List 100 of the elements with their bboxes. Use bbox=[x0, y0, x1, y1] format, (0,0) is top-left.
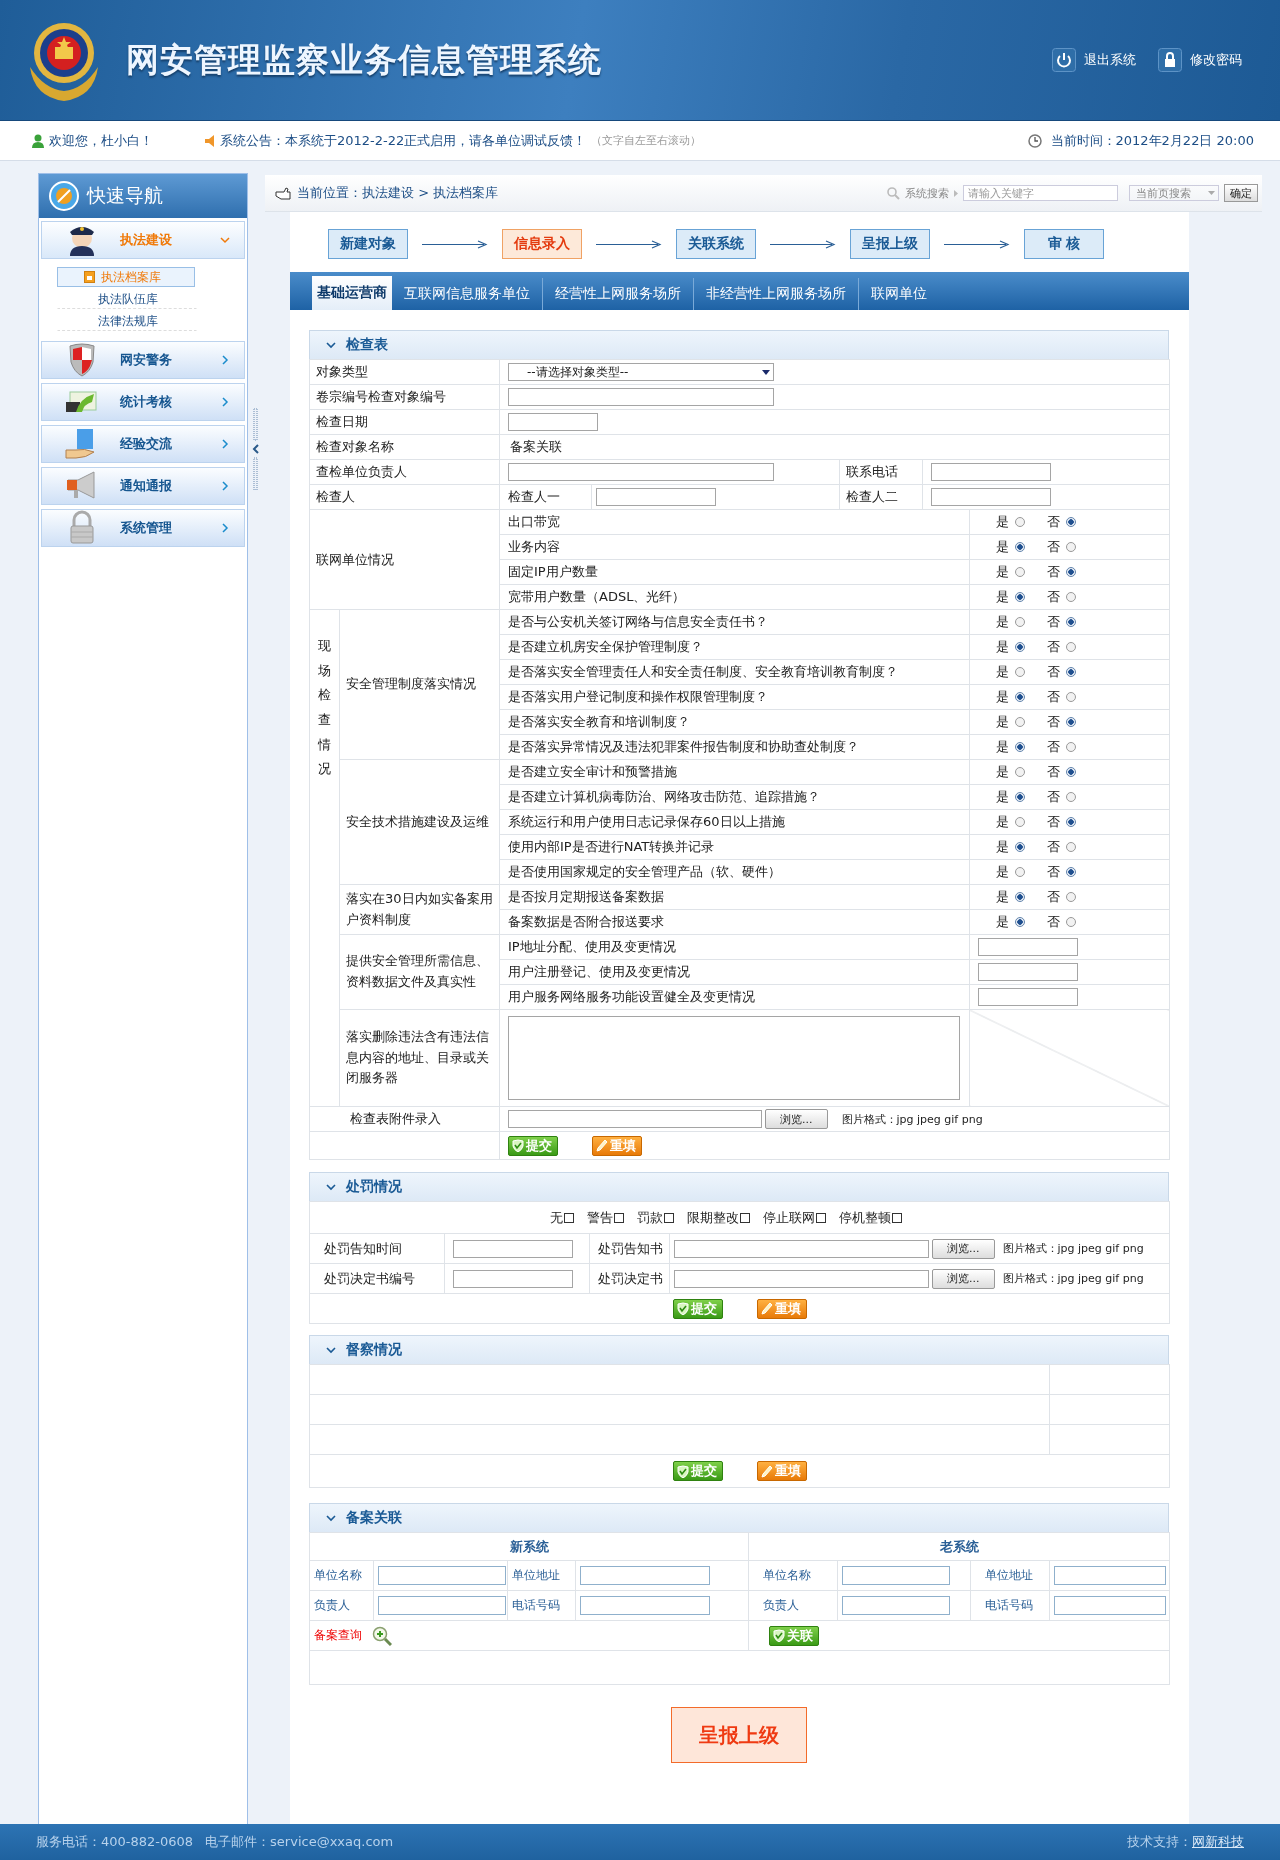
radio-button[interactable] bbox=[1066, 542, 1076, 552]
support-link[interactable]: 网新科技 bbox=[1192, 1833, 1244, 1851]
radio-button[interactable] bbox=[1015, 617, 1025, 627]
search-field[interactable]: 请输入关键字 bbox=[963, 185, 1118, 201]
radio-button[interactable] bbox=[1015, 667, 1025, 677]
text-field[interactable] bbox=[842, 1566, 950, 1585]
radio-button[interactable] bbox=[1015, 517, 1025, 527]
chevron-down-icon[interactable] bbox=[326, 1514, 336, 1522]
text-field[interactable] bbox=[453, 1239, 573, 1258]
radio-button[interactable] bbox=[1015, 542, 1025, 552]
checkbox[interactable] bbox=[564, 1212, 574, 1223]
radio-button[interactable] bbox=[1066, 642, 1076, 652]
radio-button[interactable] bbox=[1015, 867, 1025, 877]
text-field[interactable] bbox=[1054, 1566, 1166, 1585]
radio-button[interactable] bbox=[1015, 592, 1025, 602]
nav-group[interactable]: 统计考核 bbox=[41, 383, 246, 421]
tab[interactable]: 非经营性上网服务场所 bbox=[693, 278, 858, 310]
browse-button[interactable]: 浏览... bbox=[932, 1238, 995, 1259]
text-field[interactable] bbox=[453, 1269, 573, 1288]
text-field[interactable] bbox=[978, 963, 1078, 981]
radio-button[interactable] bbox=[1015, 717, 1025, 727]
text-field[interactable] bbox=[842, 1596, 950, 1615]
radio-button[interactable] bbox=[1066, 892, 1076, 902]
radio-button[interactable] bbox=[1066, 792, 1076, 802]
checkbox[interactable] bbox=[614, 1212, 624, 1223]
browse-button[interactable]: 浏览... bbox=[932, 1268, 995, 1289]
radio-button[interactable] bbox=[1066, 517, 1076, 527]
confirm-button[interactable]: 确定 bbox=[1224, 184, 1258, 202]
tab[interactable]: 基础运营商 bbox=[312, 276, 392, 310]
checkbox[interactable] bbox=[740, 1212, 750, 1223]
checkbox[interactable] bbox=[816, 1212, 826, 1223]
text-field[interactable] bbox=[580, 1596, 710, 1615]
radio-button[interactable] bbox=[1015, 767, 1025, 777]
file-field[interactable] bbox=[674, 1239, 929, 1258]
radio-button[interactable] bbox=[1066, 817, 1076, 827]
tab[interactable]: 联网单位 bbox=[858, 278, 939, 310]
nav-group[interactable]: 系统管理 bbox=[41, 509, 246, 547]
submit-button[interactable]: 提交 bbox=[672, 1298, 723, 1319]
nav-group[interactable]: 经验交流 bbox=[41, 425, 246, 463]
radio-button[interactable] bbox=[1015, 692, 1025, 702]
text-field[interactable] bbox=[508, 463, 774, 481]
browse-button[interactable]: 浏览... bbox=[765, 1109, 828, 1129]
nav-item[interactable]: 执法队伍库 bbox=[57, 289, 197, 309]
radio-button[interactable] bbox=[1015, 842, 1025, 852]
text-area[interactable] bbox=[508, 1016, 960, 1100]
radio-button[interactable] bbox=[1066, 567, 1076, 577]
text-field[interactable] bbox=[931, 463, 1051, 481]
date-field[interactable] bbox=[508, 413, 598, 431]
radio-button[interactable] bbox=[1066, 867, 1076, 877]
text-field[interactable] bbox=[596, 488, 716, 506]
radio-button[interactable] bbox=[1066, 692, 1076, 702]
text-field[interactable] bbox=[978, 938, 1078, 956]
radio-button[interactable] bbox=[1066, 617, 1076, 627]
text-field[interactable] bbox=[378, 1596, 506, 1615]
text-field[interactable] bbox=[931, 488, 1051, 506]
query-link[interactable]: 备案查询 bbox=[314, 1627, 362, 1644]
chevron-down-icon[interactable] bbox=[326, 1346, 336, 1354]
nav-group[interactable]: 执法建设 bbox=[41, 221, 246, 259]
text-field[interactable] bbox=[378, 1566, 506, 1585]
radio-button[interactable] bbox=[1066, 917, 1076, 927]
text-field[interactable] bbox=[508, 388, 774, 406]
type-dropdown[interactable]: --请选择对象类型-- bbox=[508, 363, 774, 381]
scope-dropdown[interactable]: 当前页搜索 bbox=[1129, 185, 1219, 201]
nav-item[interactable]: 执法档案库 bbox=[57, 267, 195, 287]
radio-button[interactable] bbox=[1015, 642, 1025, 652]
radio-button[interactable] bbox=[1066, 717, 1076, 727]
radio-button[interactable] bbox=[1015, 792, 1025, 802]
field-label: 卷宗编号检查对象编号 bbox=[316, 389, 446, 404]
submit-button[interactable]: 提交 bbox=[672, 1461, 723, 1481]
checkbox[interactable] bbox=[664, 1212, 674, 1223]
nav-item[interactable]: 法律法规库 bbox=[57, 311, 197, 331]
file-field[interactable] bbox=[674, 1269, 929, 1288]
text-field[interactable] bbox=[978, 988, 1078, 1006]
file-field[interactable] bbox=[508, 1110, 762, 1128]
radio-button[interactable] bbox=[1066, 842, 1076, 852]
zoom-in-icon[interactable] bbox=[372, 1625, 392, 1646]
text-field[interactable] bbox=[580, 1566, 710, 1585]
radio-button[interactable] bbox=[1015, 817, 1025, 827]
checkbox[interactable] bbox=[892, 1212, 902, 1223]
radio-button[interactable] bbox=[1066, 767, 1076, 777]
radio-button[interactable] bbox=[1015, 917, 1025, 927]
header-link[interactable]: 修改密码 bbox=[1190, 51, 1242, 69]
submit-button[interactable]: 提交 bbox=[508, 1135, 558, 1156]
nav-group[interactable]: 通知通报 bbox=[41, 467, 246, 505]
tab[interactable]: 互联网信息服务单位 bbox=[392, 278, 542, 310]
radio-button[interactable] bbox=[1015, 892, 1025, 902]
radio-button[interactable] bbox=[1015, 567, 1025, 577]
radio-button[interactable] bbox=[1066, 667, 1076, 677]
nav-group[interactable]: 网安警务 bbox=[41, 341, 246, 379]
chevron-down-icon[interactable] bbox=[326, 1183, 336, 1191]
radio-button[interactable] bbox=[1015, 742, 1025, 752]
header-link[interactable]: 退出系统 bbox=[1084, 51, 1136, 69]
report-button[interactable]: 呈报上级 bbox=[671, 1707, 807, 1763]
radio-button[interactable] bbox=[1066, 592, 1076, 602]
text-field[interactable] bbox=[1054, 1596, 1166, 1615]
radio-button[interactable] bbox=[1066, 742, 1076, 752]
link-button[interactable]: 关联 bbox=[769, 1625, 819, 1646]
tab[interactable]: 经营性上网服务场所 bbox=[542, 278, 693, 310]
collapse-handle[interactable] bbox=[251, 408, 260, 490]
chevron-down-icon[interactable] bbox=[326, 341, 336, 349]
